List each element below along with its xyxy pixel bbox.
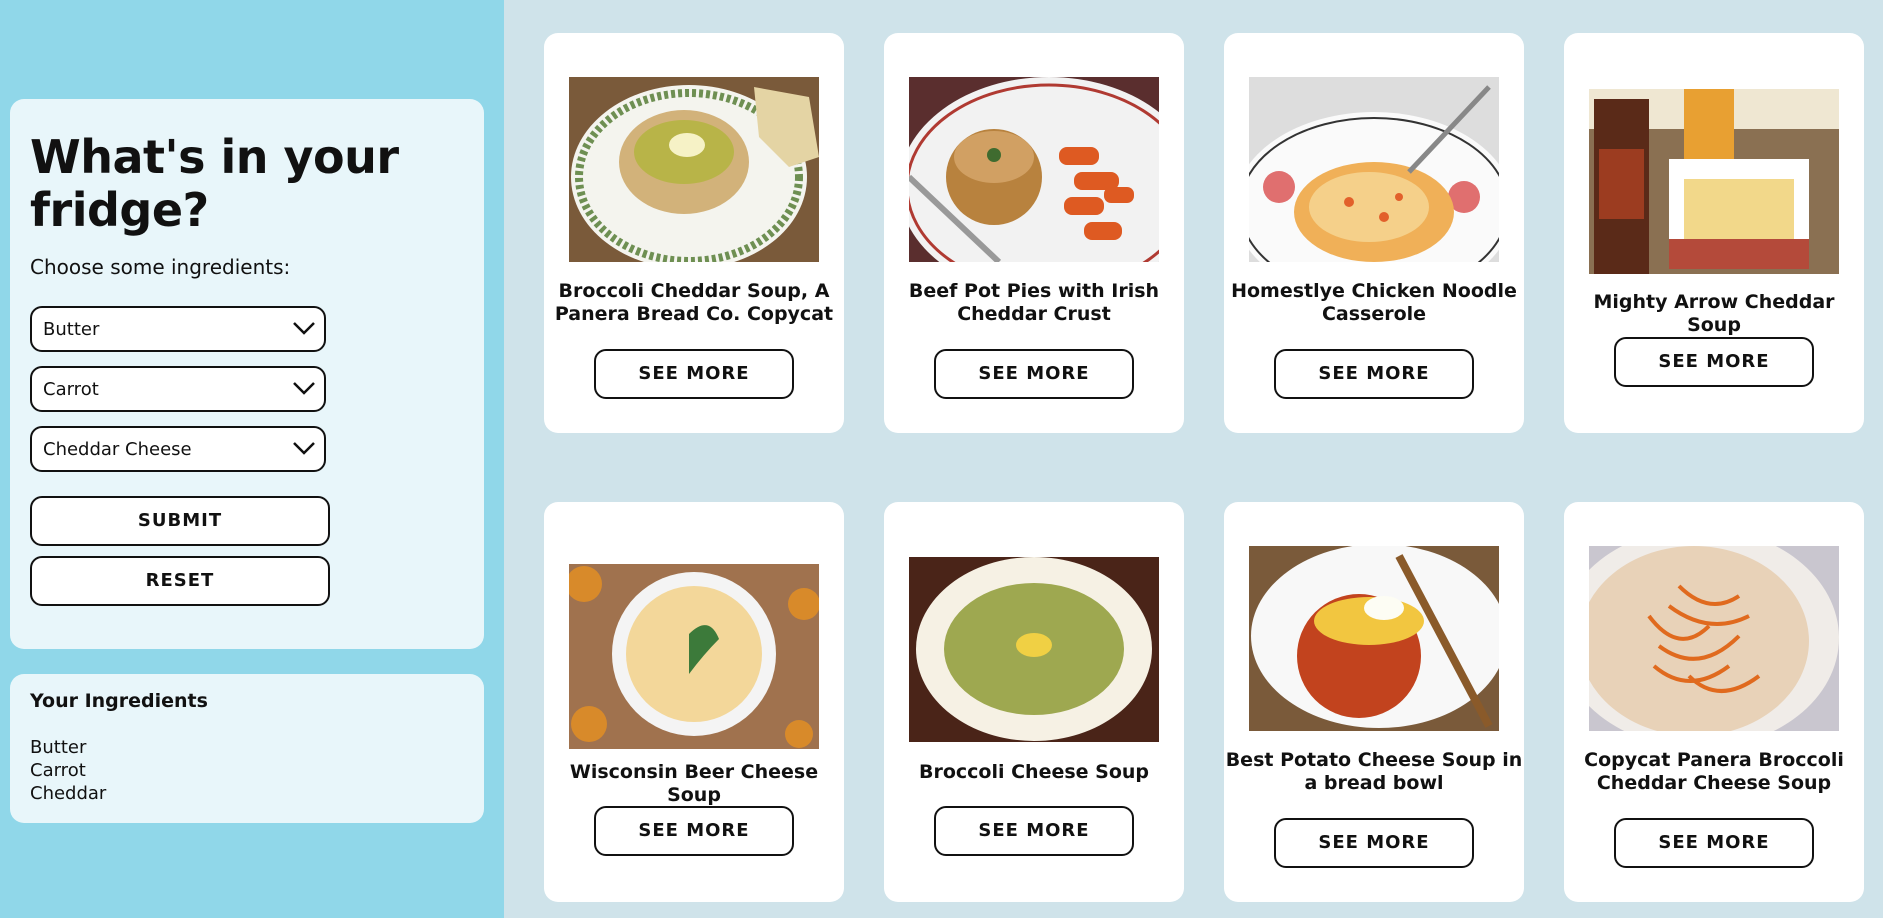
recipe-card: Copycat Panera Broccoli Cheddar Cheese S… [1564, 502, 1864, 902]
recipe-card: Mighty Arrow Cheddar Soup SEE MORE [1564, 33, 1864, 433]
see-more-button[interactable]: SEE MORE [594, 349, 794, 399]
submit-button[interactable]: SUBMIT [30, 496, 330, 546]
see-more-button[interactable]: SEE MORE [1614, 818, 1814, 868]
ingredients-list: Butter Carrot Cheddar [30, 736, 106, 805]
recipe-grid: Broccoli Cheddar Soup, A Panera Bread Co… [504, 0, 1883, 918]
recipe-image [1589, 89, 1839, 274]
see-more-button[interactable]: SEE MORE [934, 806, 1134, 856]
recipe-title: Mighty Arrow Cheddar Soup [1593, 291, 1835, 336]
ingredient-select-1-value: Butter [43, 319, 100, 340]
see-more-button[interactable]: SEE MORE [1274, 349, 1474, 399]
chevron-down-icon [293, 322, 315, 335]
ingredients-heading: Your Ingredients [30, 690, 208, 712]
recipe-image [909, 77, 1159, 262]
ingredient-select-1[interactable]: Butter [30, 306, 326, 352]
ingredient-select-2-value: Carrot [43, 379, 99, 400]
recipe-title: Beef Pot Pies with Irish Cheddar Crust [908, 280, 1160, 325]
see-more-button[interactable]: SEE MORE [934, 349, 1134, 399]
recipe-title: Homestlye Chicken Noodle Casserole [1231, 280, 1517, 325]
ingredient-select-2[interactable]: Carrot [30, 366, 326, 412]
recipe-card: Beef Pot Pies with Irish Cheddar Crust S… [884, 33, 1184, 433]
ingredient-select-3[interactable]: Cheddar Cheese [30, 426, 326, 472]
reset-button[interactable]: RESET [30, 556, 330, 606]
recipe-image [1249, 546, 1499, 731]
recipe-image [569, 564, 819, 749]
your-ingredients-panel: Your Ingredients Butter Carrot Cheddar [10, 674, 484, 823]
chevron-down-icon [293, 382, 315, 395]
recipe-title: Wisconsin Beer Cheese Soup [569, 761, 819, 806]
see-more-button[interactable]: SEE MORE [594, 806, 794, 856]
recipe-title: Copycat Panera Broccoli Cheddar Cheese S… [1584, 749, 1844, 794]
recipe-card: Wisconsin Beer Cheese Soup SEE MORE [544, 502, 844, 902]
recipe-card: Homestlye Chicken Noodle Casserole SEE M… [1224, 33, 1524, 433]
fridge-panel: What's in your fridge? Choose some ingre… [10, 99, 484, 649]
recipe-card: Best Potato Cheese Soup in a bread bowl … [1224, 502, 1524, 902]
page-title: What's in your fridge? [30, 130, 399, 237]
recipe-image [1249, 77, 1499, 262]
recipe-card: Broccoli Cheese Soup SEE MORE [884, 502, 1184, 902]
recipe-title: Best Potato Cheese Soup in a bread bowl [1225, 749, 1523, 794]
see-more-button[interactable]: SEE MORE [1274, 818, 1474, 868]
ingredient-item: Butter [30, 737, 87, 758]
see-more-button[interactable]: SEE MORE [1614, 337, 1814, 387]
recipe-image [909, 557, 1159, 742]
ingredient-item: Carrot [30, 760, 86, 781]
sidebar: What's in your fridge? Choose some ingre… [0, 0, 504, 918]
recipe-card: Broccoli Cheddar Soup, A Panera Bread Co… [544, 33, 844, 433]
ingredients-prompt: Choose some ingredients: [30, 255, 291, 279]
ingredient-select-3-value: Cheddar Cheese [43, 439, 192, 460]
recipe-title: Broccoli Cheese Soup [918, 761, 1150, 783]
chevron-down-icon [293, 442, 315, 455]
ingredient-item: Cheddar [30, 783, 107, 804]
recipe-image [1589, 546, 1839, 731]
recipe-title: Broccoli Cheddar Soup, A Panera Bread Co… [554, 280, 834, 325]
recipe-image [569, 77, 819, 262]
